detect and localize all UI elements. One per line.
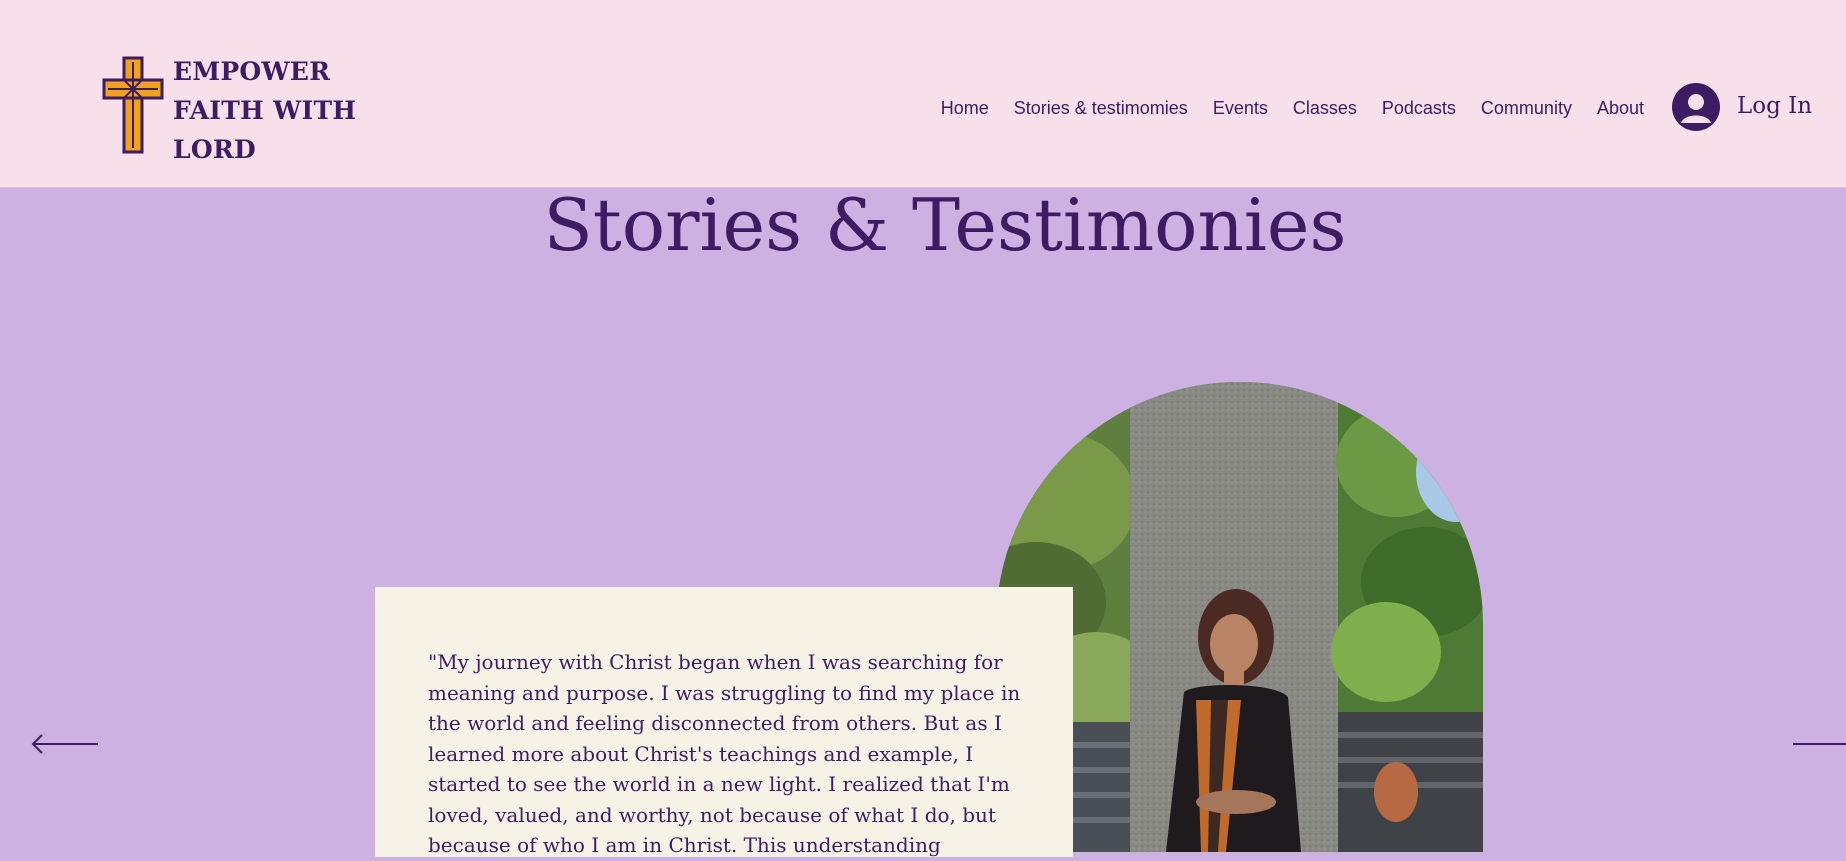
testimony-quote: "My journey with Christ began when I was…	[428, 650, 1021, 857]
arrow-right-icon[interactable]	[1793, 736, 1846, 752]
arrow-left-icon[interactable]	[30, 732, 100, 756]
nav-podcasts[interactable]: Podcasts	[1382, 96, 1456, 120]
page-title: Stories & Testimonies	[543, 183, 1347, 267]
main-nav: Home Stories & testimomies Events Classe…	[916, 96, 1644, 120]
brand-name[interactable]: EMPOWER FAITH WITH LORD	[173, 52, 373, 169]
nav-community[interactable]: Community	[1481, 96, 1572, 120]
site-header: EMPOWER FAITH WITH LORD Home Stories & t…	[0, 0, 1846, 188]
nav-home[interactable]: Home	[941, 96, 989, 120]
nav-classes[interactable]: Classes	[1293, 96, 1357, 120]
nav-stories-testimonies[interactable]: Stories & testimomies	[1014, 96, 1188, 120]
testimony-card: "My journey with Christ began when I was…	[375, 587, 1073, 857]
user-avatar-icon[interactable]	[1672, 83, 1720, 131]
cross-logo-icon[interactable]	[102, 56, 164, 154]
nav-about[interactable]: About	[1597, 96, 1644, 120]
brand-line: FAITH WITH	[173, 96, 357, 125]
brand-line: EMPOWER	[173, 57, 331, 86]
nav-events[interactable]: Events	[1213, 96, 1268, 120]
brand-line: LORD	[173, 135, 257, 164]
login-button[interactable]: Log In	[1737, 90, 1812, 122]
